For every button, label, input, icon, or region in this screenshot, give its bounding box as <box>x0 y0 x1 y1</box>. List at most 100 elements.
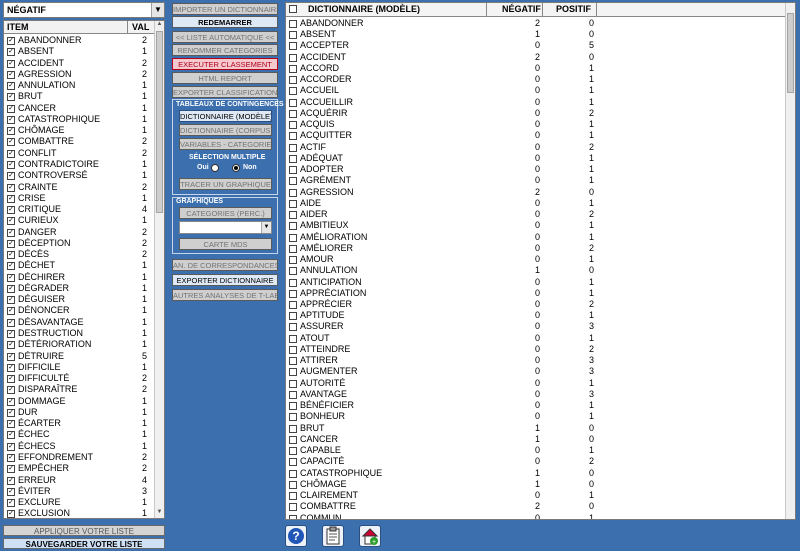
row-checkbox[interactable] <box>289 154 297 163</box>
checked-checkbox-icon[interactable]: ✓ <box>7 183 15 192</box>
row-checkbox[interactable] <box>289 177 297 186</box>
apply-list-button[interactable]: APPLIQUER VOTRE LISTE <box>3 525 165 536</box>
list-item[interactable]: ✓ DÉSAVANTAGE 1 <box>4 317 155 328</box>
scroll-thumb[interactable] <box>787 13 794 93</box>
list-item[interactable]: ✓ DESTRUCTION 1 <box>4 328 155 339</box>
checked-checkbox-icon[interactable]: ✓ <box>7 82 15 91</box>
list-item[interactable]: ✓ CATASTROPHIQUE 1 <box>4 114 155 125</box>
row-checkbox[interactable] <box>289 244 297 253</box>
table-row[interactable]: AMBITIEUX 0 1 <box>286 220 786 231</box>
checked-checkbox-icon[interactable]: ✓ <box>7 318 15 327</box>
table-row[interactable]: CHÔMAGE 1 0 <box>286 479 786 490</box>
checked-checkbox-icon[interactable]: ✓ <box>7 386 15 395</box>
checked-checkbox-icon[interactable]: ✓ <box>7 296 15 305</box>
table-row[interactable]: COMMUN 0 1 <box>286 513 786 519</box>
checked-checkbox-icon[interactable]: ✓ <box>7 397 15 406</box>
list-item[interactable]: ✓ EMPÊCHER 2 <box>4 463 155 474</box>
correspondence-analysis-button[interactable]: AN. DE CORRESPONDANCES <box>172 259 278 271</box>
table-row[interactable]: AIDER 0 2 <box>286 209 786 220</box>
html-report-button[interactable]: HTML REPORT <box>172 72 278 84</box>
list-item[interactable]: ✓ DÉNONCER 1 <box>4 305 155 316</box>
list-item[interactable]: ✓ CRISE 1 <box>4 193 155 204</box>
execute-classification-button[interactable]: EXECUTER CLASSEMENT <box>172 58 278 70</box>
list-item[interactable]: ✓ CONTRADICTOIRE 1 <box>4 159 155 170</box>
select-all-checkbox[interactable] <box>289 5 297 13</box>
row-checkbox[interactable] <box>289 121 297 130</box>
list-item[interactable]: ✓ DÉCEPTION 2 <box>4 238 155 249</box>
list-item[interactable]: ✓ DOMMAGE 1 <box>4 396 155 407</box>
table-row[interactable]: ACCUEILLIR 0 1 <box>286 97 786 108</box>
table-row[interactable]: ADÉQUAT 0 1 <box>286 153 786 164</box>
table-row[interactable]: CANCER 1 0 <box>286 434 786 445</box>
header-item[interactable]: ITEM <box>7 22 29 32</box>
header-dictionary[interactable]: DICTIONNAIRE (MODÈLE) <box>308 4 420 14</box>
table-row[interactable]: ACQUÉRIR 0 2 <box>286 108 786 119</box>
row-checkbox[interactable] <box>289 233 297 242</box>
table-row[interactable]: CAPABLE 0 1 <box>286 445 786 456</box>
checked-checkbox-icon[interactable]: ✓ <box>7 476 15 485</box>
table-row[interactable]: ABSENT 1 0 <box>286 29 786 40</box>
table-row[interactable]: ASSURER 0 3 <box>286 321 786 332</box>
table-row[interactable]: BRUT 1 0 <box>286 423 786 434</box>
list-item[interactable]: ✓ DÉTÉRIORATION 1 <box>4 339 155 350</box>
checked-checkbox-icon[interactable]: ✓ <box>7 341 15 350</box>
row-checkbox[interactable] <box>289 424 297 433</box>
list-item[interactable]: ✓ CANCER 1 <box>4 103 155 114</box>
header-positive[interactable]: POSITIF <box>556 4 591 14</box>
checked-checkbox-icon[interactable]: ✓ <box>7 59 15 68</box>
list-item[interactable]: ✓ ABSENT 1 <box>4 46 155 57</box>
checked-checkbox-icon[interactable]: ✓ <box>7 194 15 203</box>
table-row[interactable]: AIDE 0 1 <box>286 198 786 209</box>
list-item[interactable]: ✓ CRAINTE 2 <box>4 182 155 193</box>
list-item[interactable]: ✓ ÉCARTER 1 <box>4 418 155 429</box>
table-row[interactable]: BONHEUR 0 1 <box>286 411 786 422</box>
row-checkbox[interactable] <box>289 402 297 411</box>
list-item[interactable]: ✓ DÉTRUIRE 5 <box>4 351 155 362</box>
row-checkbox[interactable] <box>289 447 297 456</box>
row-checkbox[interactable] <box>289 390 297 399</box>
row-checkbox[interactable] <box>289 109 297 118</box>
list-item[interactable]: ✓ DÉGRADER 1 <box>4 283 155 294</box>
list-item[interactable]: ✓ DÉCÈS 2 <box>4 249 155 260</box>
checked-checkbox-icon[interactable]: ✓ <box>7 70 15 79</box>
checked-checkbox-icon[interactable]: ✓ <box>7 465 15 474</box>
checked-checkbox-icon[interactable]: ✓ <box>7 262 15 271</box>
list-item[interactable]: ✓ CHÔMAGE 1 <box>4 125 155 136</box>
row-checkbox[interactable] <box>289 166 297 175</box>
row-checkbox[interactable] <box>289 289 297 298</box>
table-row[interactable]: AUTORITÉ 0 1 <box>286 378 786 389</box>
row-checkbox[interactable] <box>289 503 297 512</box>
checked-checkbox-icon[interactable]: ✓ <box>7 363 15 372</box>
list-item[interactable]: ✓ CURIEUX 1 <box>4 215 155 226</box>
list-item[interactable]: ✓ CONFLIT 2 <box>4 148 155 159</box>
table-row[interactable]: ACCIDENT 2 0 <box>286 52 786 63</box>
checked-checkbox-icon[interactable]: ✓ <box>7 217 15 226</box>
row-checkbox[interactable] <box>289 312 297 321</box>
list-item[interactable]: ✓ DISPARAÎTRE 2 <box>4 384 155 395</box>
variables-categories-button[interactable]: VARIABLES - CATEGORIES <box>179 138 272 150</box>
list-item[interactable]: ✓ BRUT 1 <box>4 91 155 102</box>
row-checkbox[interactable] <box>289 368 297 377</box>
clipboard-icon[interactable] <box>322 525 344 547</box>
checked-checkbox-icon[interactable]: ✓ <box>7 273 15 282</box>
checked-checkbox-icon[interactable]: ✓ <box>7 510 15 518</box>
list-item[interactable]: ✓ ERREUR 4 <box>4 475 155 486</box>
graph-select[interactable]: ▼ <box>179 221 272 234</box>
table-row[interactable]: ANNULATION 1 0 <box>286 265 786 276</box>
header-negative[interactable]: NÉGATIF <box>502 4 541 14</box>
other-analyses-button[interactable]: AUTRES ANALYSES DE T-LAB <box>172 289 278 301</box>
row-checkbox[interactable] <box>289 53 297 62</box>
table-row[interactable]: CATASTROPHIQUE 1 0 <box>286 468 786 479</box>
checked-checkbox-icon[interactable]: ✓ <box>7 375 15 384</box>
checked-checkbox-icon[interactable]: ✓ <box>7 251 15 260</box>
list-item[interactable]: ✓ DUR 1 <box>4 407 155 418</box>
table-row[interactable]: AMÉLIORATION 0 1 <box>286 232 786 243</box>
table-row[interactable]: ACCUEIL 0 1 <box>286 85 786 96</box>
table-row[interactable]: ACCORDER 0 1 <box>286 74 786 85</box>
row-checkbox[interactable] <box>289 492 297 501</box>
row-checkbox[interactable] <box>289 480 297 489</box>
table-row[interactable]: ABANDONNER 2 0 <box>286 18 786 29</box>
table-row[interactable]: COMBATTRE 2 0 <box>286 501 786 512</box>
table-row[interactable]: ACCEPTER 0 5 <box>286 40 786 51</box>
yes-radio[interactable] <box>211 164 219 172</box>
